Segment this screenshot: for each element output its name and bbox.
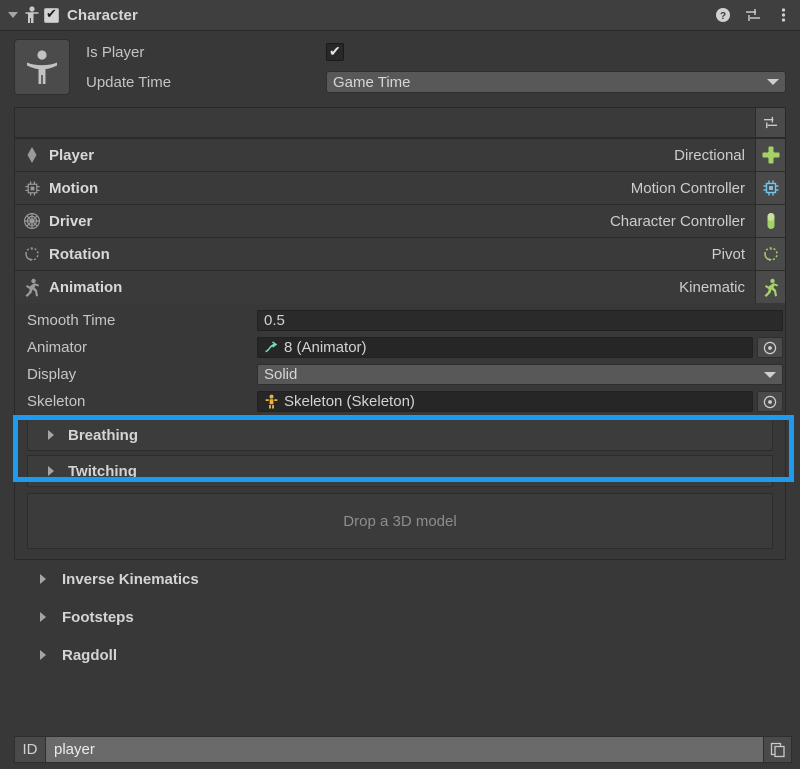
component-value: Motion Controller: [630, 179, 745, 197]
chevron-right-icon[interactable]: [36, 648, 50, 662]
component-value: Character Controller: [609, 212, 745, 230]
running-icon[interactable]: [755, 271, 785, 303]
update-time-label: Update Time: [86, 73, 172, 91]
property-label: Skeleton: [27, 393, 86, 410]
more-menu-icon[interactable]: [774, 6, 792, 24]
display-dropdown[interactable]: Solid: [257, 364, 783, 385]
foldout-inverse-kinematics[interactable]: Inverse Kinematics: [14, 560, 786, 598]
chevron-down-icon: [767, 79, 779, 85]
page-title: Character: [67, 6, 138, 24]
animation-properties: Smooth Time 0.5 Animator 8 (Animator) Di…: [15, 303, 785, 559]
component-value: Pivot: [711, 245, 745, 263]
dpad-icon[interactable]: [755, 139, 785, 171]
rotation-icon[interactable]: [755, 238, 785, 270]
is-player-row: Is Player: [86, 39, 786, 65]
component-row-animation[interactable]: Animation Kinematic: [15, 270, 785, 303]
svg-text:?: ?: [720, 11, 726, 22]
component-row-rotation[interactable]: Rotation Pivot: [15, 237, 785, 270]
chip-icon: [15, 180, 49, 197]
foldout-footsteps[interactable]: Footsteps: [14, 598, 786, 636]
preset-icon[interactable]: [744, 6, 762, 24]
component-row-motion[interactable]: Motion Motion Controller: [15, 171, 785, 204]
property-value: 8 (Animator): [284, 339, 367, 356]
model-dropzone[interactable]: Drop a 3D model: [27, 493, 773, 549]
animator-object-field[interactable]: 8 (Animator): [257, 337, 753, 358]
copy-icon[interactable]: [764, 736, 792, 763]
property-value: 0.5: [264, 312, 285, 329]
person-icon: [22, 5, 42, 25]
update-time-dropdown[interactable]: Game Time: [326, 71, 786, 93]
property-value: Skeleton (Skeleton): [284, 393, 415, 410]
component-body: Is Player Update Time Game Time: [0, 31, 800, 674]
sub-foldout-label: Twitching: [68, 462, 137, 480]
animator-icon: [264, 340, 279, 355]
running-icon: [15, 278, 49, 297]
id-bar: ID player: [14, 736, 792, 763]
id-input[interactable]: player: [46, 736, 764, 763]
component-name: Motion: [49, 179, 99, 197]
id-value: player: [54, 741, 95, 758]
foldout-label: Footsteps: [62, 608, 134, 626]
dropzone-label: Drop a 3D model: [343, 512, 457, 530]
skeleton-object-field[interactable]: Skeleton (Skeleton): [257, 391, 753, 412]
chevron-down-icon[interactable]: [6, 8, 20, 22]
smooth-time-input[interactable]: 0.5: [257, 310, 783, 331]
capsule-icon[interactable]: [755, 205, 785, 237]
header-actions: ?: [714, 6, 792, 24]
update-time-value: Game Time: [333, 73, 411, 91]
property-row-display: Display Solid: [15, 361, 785, 388]
chevron-right-icon[interactable]: [36, 572, 50, 586]
update-time-row: Update Time Game Time: [86, 69, 786, 95]
foldout-ragdoll[interactable]: Ragdoll: [14, 636, 786, 674]
chevron-right-icon[interactable]: [44, 428, 58, 442]
prefab-humanoid-icon: [264, 394, 279, 409]
component-row-driver[interactable]: Driver Character Controller: [15, 204, 785, 237]
is-player-checkbox[interactable]: [326, 42, 344, 61]
component-row-player[interactable]: Player Directional: [15, 138, 785, 171]
chevron-down-icon: [764, 371, 776, 378]
component-name: Animation: [49, 278, 123, 296]
component-value: Kinematic: [679, 278, 745, 296]
diamond-icon: [15, 146, 49, 164]
chevron-right-icon[interactable]: [36, 610, 50, 624]
component-header: Character ?: [0, 0, 800, 31]
help-icon[interactable]: ?: [714, 6, 732, 24]
sub-foldout-label: Breathing: [68, 426, 139, 444]
object-picker-button[interactable]: [757, 337, 783, 358]
top-section: Is Player Update Time Game Time: [14, 39, 786, 95]
property-label: Smooth Time: [27, 312, 116, 329]
foldout-label: Inverse Kinematics: [62, 570, 199, 588]
wheel-icon: [15, 212, 49, 230]
property-label: Display: [27, 366, 77, 383]
component-name: Driver: [49, 212, 93, 230]
component-name: Rotation: [49, 245, 110, 263]
foldout-label: Ragdoll: [62, 646, 117, 664]
property-value: Solid: [264, 366, 298, 383]
component-list: Player Directional Motion Motion Control…: [14, 107, 786, 560]
id-label: ID: [14, 736, 46, 763]
component-value: Directional: [674, 146, 745, 164]
chevron-right-icon[interactable]: [44, 464, 58, 478]
property-label: Animator: [27, 339, 88, 356]
rotation-icon: [15, 245, 49, 263]
person-accessibility-icon: [14, 39, 70, 95]
component-list-toolbar: [15, 108, 785, 138]
sub-foldout-breathing[interactable]: Breathing: [27, 419, 773, 451]
settings-sliders-icon[interactable]: [755, 108, 785, 137]
sub-foldout-twitching[interactable]: Twitching: [27, 455, 773, 487]
component-name: Player: [49, 146, 95, 164]
object-picker-button[interactable]: [757, 391, 783, 412]
property-row-smooth-time: Smooth Time 0.5: [15, 307, 785, 334]
is-player-label: Is Player: [86, 43, 145, 61]
property-row-skeleton: Skeleton Skeleton (Skeleton): [15, 388, 785, 415]
property-row-animator: Animator 8 (Animator): [15, 334, 785, 361]
component-enabled-checkbox[interactable]: [44, 6, 59, 23]
chip-icon[interactable]: [755, 172, 785, 204]
